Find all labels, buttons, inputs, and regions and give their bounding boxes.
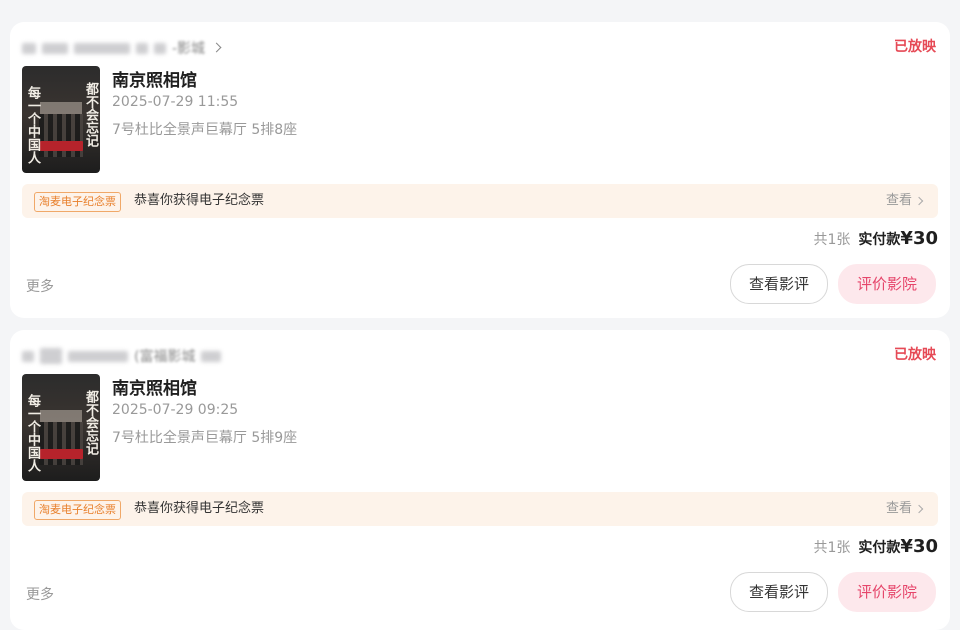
view-label: 查看 [885,501,912,516]
order-card: -影城 已放映 每一个中国人 都不会忘记 南京照相馆 2025-07-29 11… [10,22,950,318]
souvenir-tag: 淘麦电子纪念票 [34,192,121,212]
chevron-right-icon [211,41,225,55]
redacted-text [22,42,36,54]
rate-cinema-button[interactable]: 评价影院 [838,572,936,612]
souvenir-text: 恭喜你获得电子纪念票 [134,501,265,516]
cinema-name: -影城 [172,41,206,57]
poster-slogan-right: 都不会忘记 [83,82,98,147]
poster-slogan-left: 每一个中国人 [25,394,40,472]
redacted-text [42,42,68,54]
redacted-text [74,42,130,54]
seat-info: 7号杜比全景声巨幕厅 5排9座 [112,430,298,446]
poster-logo [40,102,82,114]
rate-cinema-button[interactable]: 评价影院 [838,264,936,304]
ticket-count: 共1张 [813,232,851,248]
paid-label: 实付款 [858,232,901,248]
view-souvenir-link[interactable]: 查看 [886,500,928,518]
status-badge: 已放映 [894,347,936,363]
paid-label: 实付款 [858,540,901,556]
order-total: 共1张 实付款 ¥30 [814,536,939,557]
poster-title-mark [40,449,83,459]
poster-title-mark [40,141,83,151]
showtime: 2025-07-29 11:55 [112,94,239,110]
redacted-text [68,350,128,362]
view-souvenir-link[interactable]: 查看 [886,192,928,210]
souvenir-text: 恭喜你获得电子纪念票 [134,193,265,208]
cinema-name: (富福影城 [134,349,196,365]
status-badge: 已放映 [894,39,936,55]
order-card: (富福影城 已放映 每一个中国人 都不会忘记 南京照相馆 2025-07-29 … [10,330,950,630]
poster-logo [40,410,82,422]
movie-poster[interactable]: 每一个中国人 都不会忘记 [22,374,100,481]
cinema-name-link[interactable]: (富福影城 [22,344,222,368]
redacted-text [22,350,34,362]
souvenir-tag: 淘麦电子纪念票 [34,500,121,520]
chevron-right-icon [914,502,928,516]
view-label: 查看 [885,193,912,208]
movie-title: 南京照相馆 [112,379,197,399]
redacted-text [154,42,166,54]
redacted-text [136,42,148,54]
cinema-name-link[interactable]: -影城 [22,36,225,60]
view-review-button[interactable]: 查看影评 [730,572,828,612]
showtime: 2025-07-29 09:25 [112,402,239,418]
movie-title: 南京照相馆 [112,71,197,91]
paid-amount: ¥30 [900,228,938,249]
ticket-count: 共1张 [813,540,851,556]
souvenir-ticket-bar[interactable]: 淘麦电子纪念票 恭喜你获得电子纪念票 查看 [22,492,938,526]
order-total: 共1张 实付款 ¥30 [814,228,939,249]
poster-slogan-right: 都不会忘记 [83,390,98,455]
more-button[interactable]: 更多 [26,276,54,296]
more-button[interactable]: 更多 [26,584,54,604]
redacted-text [201,350,222,362]
poster-slogan-left: 每一个中国人 [25,86,40,164]
redacted-text [40,348,62,364]
view-review-button[interactable]: 查看影评 [730,264,828,304]
paid-amount: ¥30 [900,536,938,557]
movie-poster[interactable]: 每一个中国人 都不会忘记 [22,66,100,173]
souvenir-ticket-bar[interactable]: 淘麦电子纪念票 恭喜你获得电子纪念票 查看 [22,184,938,218]
chevron-right-icon [914,194,928,208]
seat-info: 7号杜比全景声巨幕厅 5排8座 [112,122,298,138]
